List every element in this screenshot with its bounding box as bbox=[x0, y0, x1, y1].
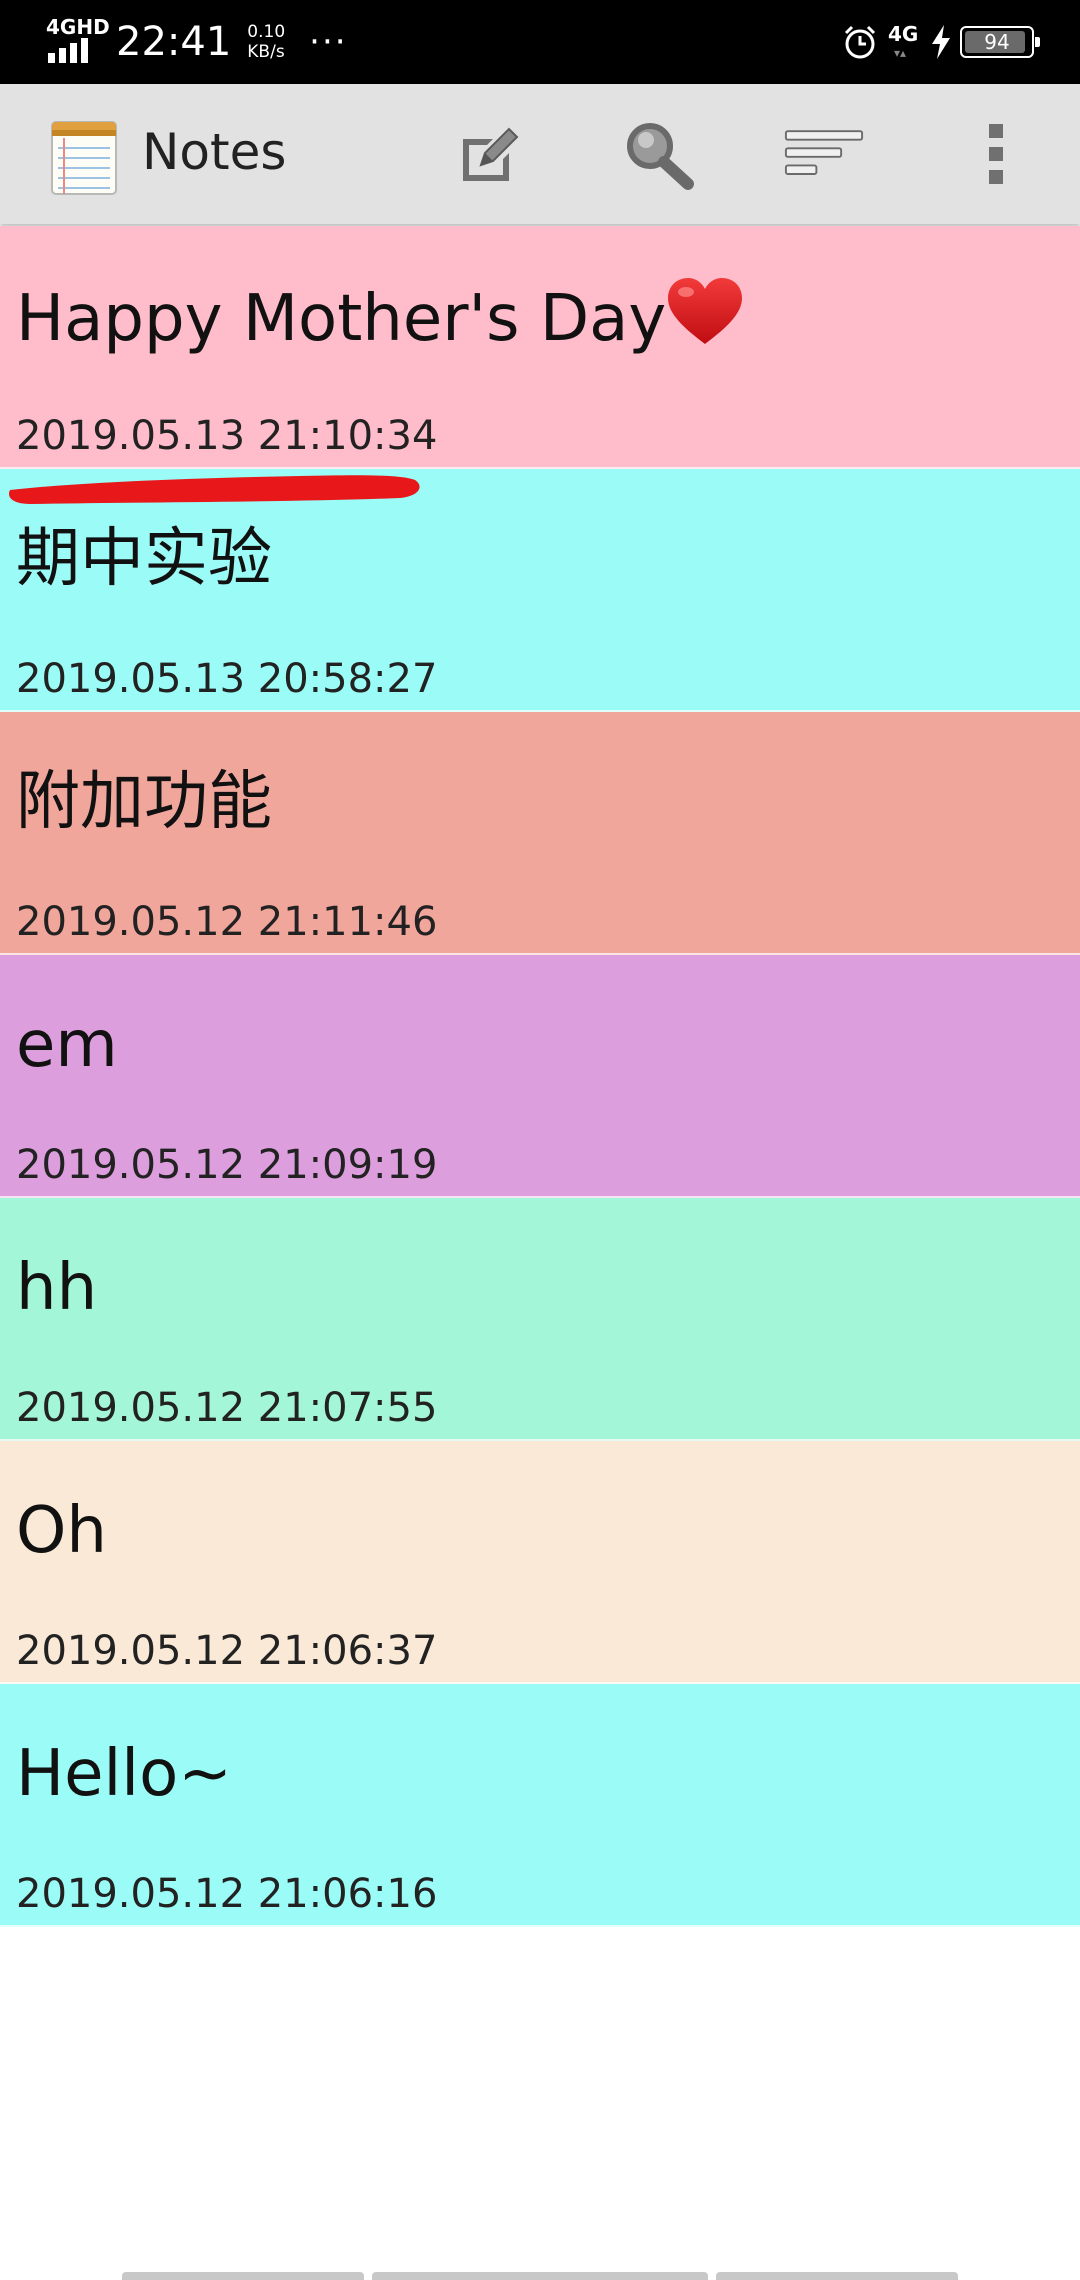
search-button[interactable] bbox=[618, 114, 698, 194]
mobile-data-label: 4G bbox=[888, 22, 919, 46]
battery-level: 94 bbox=[984, 30, 1010, 54]
status-left: 4GHD 22:41 0.10 KB/s ··· bbox=[46, 0, 348, 84]
heart-emoji-icon bbox=[668, 278, 743, 344]
signal-bars-icon bbox=[48, 38, 92, 63]
note-item[interactable]: Hello~ 2019.05.12 21:06:16 bbox=[0, 1684, 1080, 1927]
overflow-menu-button[interactable] bbox=[956, 114, 1036, 194]
note-title: Happy Mother's Day bbox=[16, 276, 744, 359]
note-item[interactable]: 期中实验 2019.05.13 20:58:27 bbox=[0, 469, 1080, 712]
note-item[interactable]: Oh 2019.05.12 21:06:37 bbox=[0, 1441, 1080, 1684]
sort-icon bbox=[784, 130, 864, 175]
cell-signal: 4GHD bbox=[46, 17, 110, 67]
sort-button[interactable] bbox=[784, 114, 864, 194]
search-icon bbox=[627, 123, 694, 190]
note-timestamp: 2019.05.12 21:06:16 bbox=[16, 1871, 438, 1917]
new-note-icon bbox=[463, 127, 519, 181]
note-title: em bbox=[16, 1008, 118, 1082]
note-item[interactable]: em 2019.05.12 21:09:19 bbox=[0, 955, 1080, 1198]
clock: 22:41 bbox=[116, 19, 232, 65]
note-title: 期中实验 bbox=[16, 522, 272, 596]
note-timestamp: 2019.05.12 21:07:55 bbox=[16, 1385, 438, 1431]
more-notifications-icon: ··· bbox=[309, 22, 348, 62]
speed-unit: KB/s bbox=[247, 42, 285, 62]
nav-hint-center[interactable] bbox=[372, 2272, 708, 2280]
overflow-menu-icon bbox=[989, 124, 1003, 184]
nav-hint-right[interactable] bbox=[716, 2272, 958, 2280]
new-note-button[interactable] bbox=[450, 114, 530, 194]
speed-value: 0.10 bbox=[247, 22, 286, 42]
app-bar: Notes bbox=[0, 84, 1080, 224]
navigation-gesture-bar bbox=[0, 2270, 1080, 2280]
screen: 4GHD 22:41 0.10 KB/s ··· 4G ▾▴ 94 Notes … bbox=[0, 0, 1080, 2280]
notes-list: Happy Mother's Day 2019.05.13 21:10:34 期… bbox=[0, 226, 1080, 1927]
note-timestamp: 2019.05.12 21:06:37 bbox=[16, 1628, 438, 1674]
status-right: 4G ▾▴ 94 bbox=[842, 0, 1040, 84]
note-title: Oh bbox=[16, 1494, 107, 1568]
notepad-app-icon bbox=[51, 121, 117, 195]
note-timestamp: 2019.05.12 21:11:46 bbox=[16, 899, 438, 945]
alarm-icon bbox=[844, 25, 876, 59]
note-title: Hello~ bbox=[16, 1737, 232, 1811]
app-title: Notes bbox=[142, 123, 287, 181]
charging-bolt-icon bbox=[932, 25, 950, 59]
note-timestamp: 2019.05.12 21:09:19 bbox=[16, 1142, 438, 1188]
note-title: hh bbox=[16, 1251, 98, 1325]
note-item[interactable]: hh 2019.05.12 21:07:55 bbox=[0, 1198, 1080, 1441]
data-arrows-icon: ▾▴ bbox=[894, 46, 907, 60]
status-bar: 4GHD 22:41 0.10 KB/s ··· 4G ▾▴ 94 bbox=[0, 0, 1080, 84]
note-timestamp: 2019.05.13 20:58:27 bbox=[16, 656, 438, 702]
note-title: 附加功能 bbox=[16, 765, 272, 839]
nav-hint-left[interactable] bbox=[122, 2272, 364, 2280]
note-item[interactable]: 附加功能 2019.05.12 21:11:46 bbox=[0, 712, 1080, 955]
network-speed: 0.10 KB/s bbox=[247, 22, 285, 62]
network-type-label: 4GHD bbox=[46, 15, 110, 39]
note-timestamp: 2019.05.13 21:10:34 bbox=[16, 413, 438, 459]
mobile-data: 4G ▾▴ bbox=[888, 20, 922, 64]
note-item[interactable]: Happy Mother's Day 2019.05.13 21:10:34 bbox=[0, 226, 1080, 469]
battery-icon: 94 bbox=[960, 26, 1040, 58]
